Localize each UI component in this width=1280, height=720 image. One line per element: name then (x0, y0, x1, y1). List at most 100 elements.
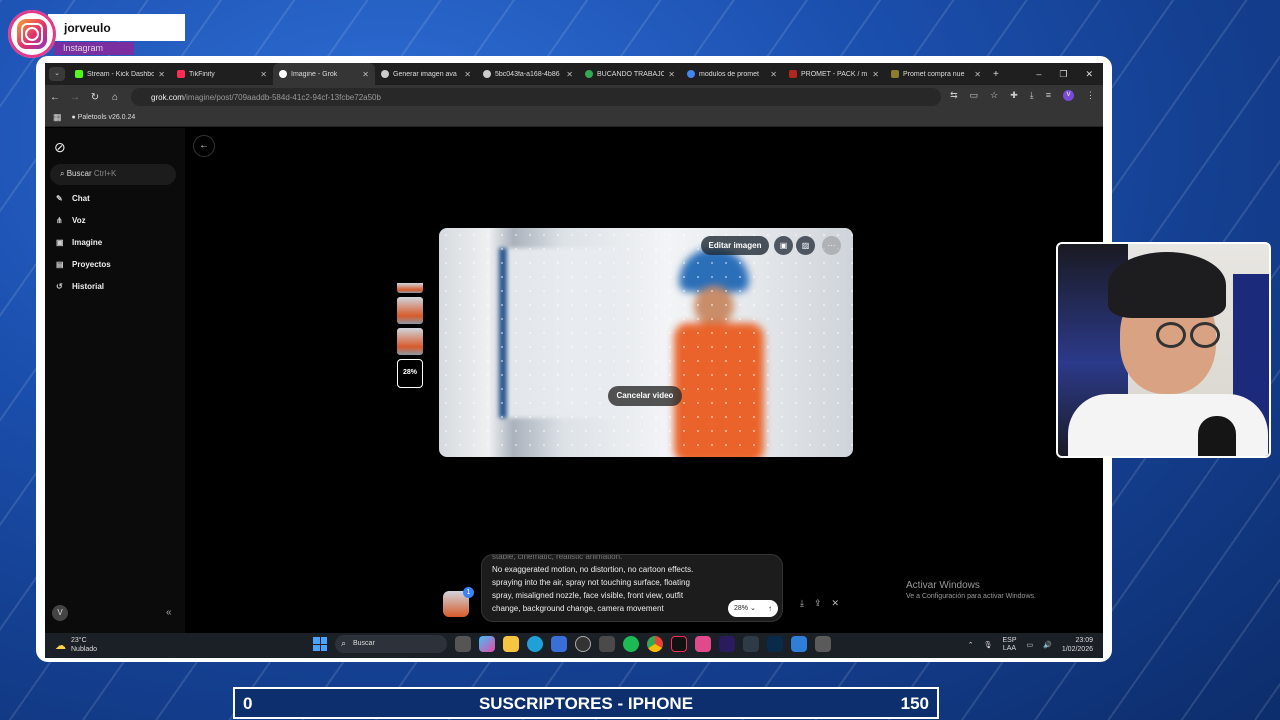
close-icon[interactable]: ✕ (464, 70, 471, 79)
voice-icon: ⋔ (56, 216, 63, 225)
calculator-icon[interactable] (599, 636, 615, 652)
close-icon[interactable]: ✕ (832, 598, 840, 609)
folder-icon: ▤ (56, 260, 64, 269)
close-icon[interactable]: ✕ (974, 70, 981, 79)
collapse-sidebar-icon[interactable]: « (166, 607, 172, 618)
task-view-icon[interactable] (455, 636, 471, 652)
translate-icon[interactable]: ⇆ (950, 90, 958, 101)
tab-generar-imagen[interactable]: Generar imagen ava ✕ (375, 63, 477, 85)
tune-icon[interactable]: ≡ (1046, 90, 1051, 101)
sidebar-item-proyectos[interactable]: ▤ Proyectos (56, 260, 111, 269)
tab-promet-pack[interactable]: PROMET - PACK / m ✕ (783, 63, 885, 85)
browser-actions: ⇆ ▭ ☆ ✚ ⤓ ≡ V ⋮ (950, 90, 1095, 101)
url-field[interactable]: grok.com/imagine/post/709aaddb-584d-41c2… (131, 88, 941, 106)
grok-sidebar: ⊘ ⌕ Buscar Ctrl+K ✎ Chat ⋔ Voz ▣ Imagine ▤ P… (45, 128, 185, 633)
tab-kick[interactable]: Stream - Kick Dashbo ✕ (69, 63, 171, 85)
new-tab-icon[interactable]: + (993, 69, 999, 80)
google-icon (687, 70, 695, 78)
tab-promet-compra[interactable]: Promet compra nue ✕ (885, 63, 987, 85)
goal-current: 0 (243, 694, 253, 713)
microphone-icon[interactable]: 🎙 (984, 641, 993, 649)
sidebar-search[interactable]: ⌕ Buscar Ctrl+K (50, 164, 176, 185)
tiktok-icon[interactable] (671, 636, 687, 652)
file-explorer-icon[interactable] (503, 636, 519, 652)
volume-icon[interactable]: 🔊 (1043, 641, 1052, 649)
share-icon[interactable]: ⇪ (814, 598, 822, 609)
sidebar-item-voz[interactable]: ⋔ Voz (56, 216, 86, 225)
tab-uuid[interactable]: 5bc043fa-a168-4b86 ✕ (477, 63, 579, 85)
download-icon[interactable]: ⤓ (1030, 90, 1034, 101)
thumbnail[interactable] (397, 297, 423, 324)
home-icon[interactable]: ⌂ (105, 92, 125, 103)
edge-icon[interactable] (527, 636, 543, 652)
cast-icon[interactable]: ▭ (970, 90, 979, 101)
goal-target: 150 (900, 694, 929, 713)
extensions-icon[interactable]: ✚ (1010, 90, 1018, 101)
terminal-icon[interactable] (743, 636, 759, 652)
cancel-video-button[interactable]: Cancelar video (608, 386, 682, 406)
chrome-icon[interactable] (647, 636, 663, 652)
generation-dots (439, 228, 853, 457)
apps-grid-icon[interactable]: ▦ (53, 112, 62, 123)
close-icon[interactable]: ✕ (158, 70, 165, 79)
obs-icon[interactable] (575, 636, 591, 652)
store-icon[interactable] (551, 636, 567, 652)
streamer-cap (1108, 252, 1226, 318)
snipping-icon[interactable] (815, 636, 831, 652)
close-icon[interactable]: ✕ (362, 70, 369, 79)
prompt-line-cut: stable, cinematic, realistic animation. (492, 554, 623, 561)
maximize-icon[interactable]: ❐ (1059, 69, 1067, 80)
grok-logo-icon[interactable]: ⊘ (54, 139, 66, 156)
language-indicator[interactable]: ESP LAA (1002, 637, 1016, 653)
thumbnail-progress[interactable]: 28% (397, 359, 423, 388)
sidebar-item-historial[interactable]: ↺ Historial (56, 282, 104, 291)
tab-search-icon[interactable]: ⌄ (49, 67, 65, 81)
tab-imagine-grok[interactable]: Imagine - Grok ✕ (273, 63, 375, 85)
back-arrow-icon[interactable]: ← (45, 92, 65, 103)
clock[interactable]: 23:09 1/02/2026 (1062, 636, 1093, 654)
back-button[interactable]: ← (193, 135, 215, 157)
user-avatar[interactable]: V (52, 605, 68, 621)
video-icon[interactable]: ▣ (774, 236, 793, 255)
star-icon[interactable]: ☆ (990, 90, 998, 101)
prompt-box[interactable]: stable, cinematic, realistic animation. … (481, 554, 783, 622)
taskbar-search[interactable]: Buscar (335, 635, 447, 653)
maps-icon[interactable] (791, 636, 807, 652)
thumbnail[interactable] (397, 283, 423, 293)
thumbnail[interactable] (397, 328, 423, 355)
more-options-icon[interactable]: ··· (822, 236, 841, 255)
close-icon[interactable]: ✕ (872, 70, 879, 79)
profile-avatar[interactable]: V (1063, 90, 1074, 101)
more-menu-icon[interactable]: ⋮ (1086, 90, 1095, 101)
tab-tikfinity[interactable]: TikFinity ✕ (171, 63, 273, 85)
tab-bucando-trabajo[interactable]: BUCANDO TRABAJO ✕ (579, 63, 681, 85)
close-icon[interactable]: ✕ (566, 70, 573, 79)
tray-chevron-icon[interactable]: ⌃ (968, 641, 974, 649)
image-mode-icon[interactable]: ▨ (796, 236, 815, 255)
progress-pill[interactable]: 28% ⌄ ↑ (728, 600, 778, 617)
network-icon[interactable]: ▭ (1027, 641, 1034, 649)
copilot-icon[interactable] (479, 636, 495, 652)
reload-icon[interactable]: ↻ (85, 92, 105, 103)
edit-image-button[interactable]: Editar imagen (701, 236, 769, 255)
close-icon[interactable]: ✕ (668, 70, 675, 79)
close-icon[interactable]: ✕ (260, 70, 267, 79)
minimize-icon[interactable]: – (1036, 69, 1041, 80)
bookmark-paletools[interactable]: ● Paletools v26.0.24 (72, 114, 136, 121)
photos-icon[interactable] (695, 636, 711, 652)
premiere-icon[interactable] (719, 636, 735, 652)
close-icon[interactable]: ✕ (770, 70, 777, 79)
spotify-icon[interactable] (623, 636, 639, 652)
download-icon[interactable]: ⤓ (800, 598, 804, 609)
sidebar-item-imagine[interactable]: ▣ Imagine (56, 238, 102, 247)
tab-modulos[interactable]: modulos de promet ✕ (681, 63, 783, 85)
weather-widget[interactable]: ☁ 23°C Nublado (55, 636, 97, 654)
windows-taskbar: ☁ 23°CNublado Buscar ⌃ 🎙 ESPLA (45, 633, 1103, 658)
close-window-icon[interactable]: ✕ (1085, 69, 1093, 80)
sidebar-item-chat[interactable]: ✎ Chat (56, 194, 90, 203)
window-controls: – ❐ ✕ (1036, 69, 1103, 80)
forward-arrow-icon[interactable]: → (65, 92, 85, 103)
windows-start-icon[interactable] (313, 637, 327, 651)
prompt-line: spray, misaligned nozzle, face visible, … (492, 591, 684, 600)
photoshop-icon[interactable] (767, 636, 783, 652)
